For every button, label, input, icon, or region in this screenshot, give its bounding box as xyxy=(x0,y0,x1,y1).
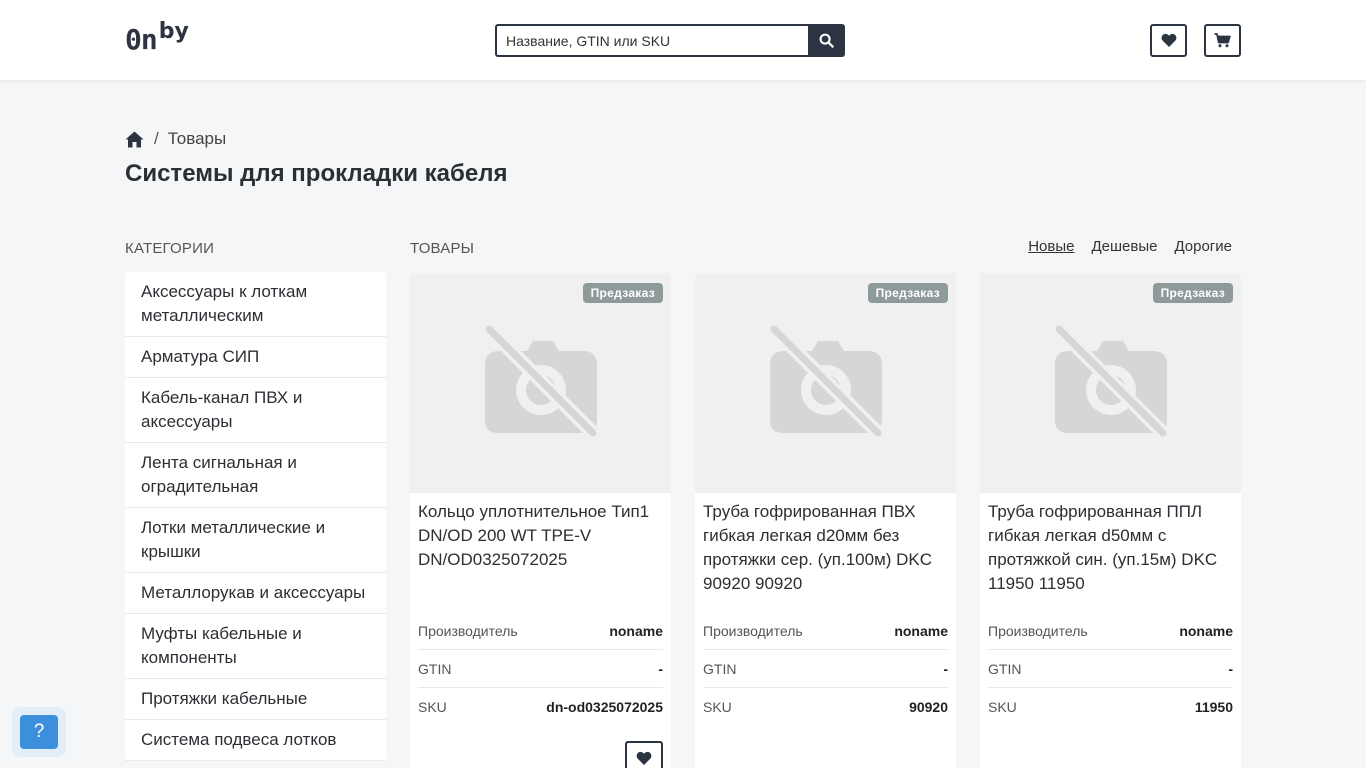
site-logo[interactable]: 0n by xyxy=(125,20,189,60)
category-item[interactable]: Лента сигнальная и оградительная xyxy=(125,443,386,508)
spec-row: Производитель noname xyxy=(703,612,948,650)
sort-expensive[interactable]: Дорогие xyxy=(1174,238,1232,255)
help-widget: ? xyxy=(12,707,66,757)
search-bar xyxy=(495,24,845,57)
sort-new[interactable]: Новые xyxy=(1028,238,1074,255)
spec-key: Производитель xyxy=(418,622,518,639)
products-heading: ТОВАРЫ xyxy=(410,240,475,257)
product-name[interactable]: Кольцо уплотнительное Тип1 DN/OD 200 WT … xyxy=(418,500,663,572)
spec-key: SKU xyxy=(988,699,1017,715)
product-image[interactable]: Предзаказ xyxy=(695,273,956,493)
category-item[interactable]: Аксессуары к лоткам металлическим xyxy=(125,272,386,337)
category-item[interactable]: Лотки металлические и крышки xyxy=(125,508,386,573)
spec-key: GTIN xyxy=(703,660,737,677)
spec-value: - xyxy=(658,660,663,677)
sort-cheap[interactable]: Дешевые xyxy=(1091,238,1157,255)
no-photo-icon xyxy=(1053,323,1169,439)
home-icon[interactable] xyxy=(125,131,144,148)
cart-button[interactable] xyxy=(1204,24,1241,57)
spec-key: GTIN xyxy=(418,660,452,677)
spec-value: - xyxy=(943,660,948,677)
category-list: Аксессуары к лоткам металлическим Армату… xyxy=(125,272,386,761)
category-item[interactable]: Арматура СИП xyxy=(125,337,386,378)
spec-row: GTIN - xyxy=(988,650,1233,688)
category-item[interactable]: Система подвеса лотков xyxy=(125,720,386,761)
spec-key: Производитель xyxy=(988,622,1088,639)
spec-row: SKU 11950 xyxy=(988,688,1233,726)
category-item[interactable]: Протяжки кабельные xyxy=(125,679,386,720)
no-photo-icon xyxy=(483,323,599,439)
add-to-favorites-button[interactable] xyxy=(625,741,663,768)
spec-row: Производитель noname xyxy=(988,612,1233,650)
product-card[interactable]: Предзаказ Труба гофрированная ПВХ гибкая… xyxy=(695,273,956,768)
spec-value: dn-od0325072025 xyxy=(546,699,663,715)
spec-row: SKU dn-od0325072025 xyxy=(418,688,663,726)
category-item[interactable]: Муфты кабельные и компоненты xyxy=(125,614,386,679)
spec-row: SKU 90920 xyxy=(703,688,948,726)
spec-row: GTIN - xyxy=(703,650,948,688)
category-item[interactable]: Кабель-канал ПВХ и аксессуары xyxy=(125,378,386,443)
no-photo-icon xyxy=(768,323,884,439)
preorder-badge: Предзаказ xyxy=(1152,283,1233,303)
site-header: 0n by xyxy=(0,0,1366,80)
spec-value: noname xyxy=(609,622,663,639)
heart-icon xyxy=(636,751,652,765)
product-image[interactable]: Предзаказ xyxy=(980,273,1241,493)
product-image[interactable]: Предзаказ xyxy=(410,273,671,493)
spec-row: Производитель noname xyxy=(418,612,663,650)
spec-value: noname xyxy=(1179,622,1233,639)
search-input[interactable] xyxy=(495,24,808,57)
help-button[interactable]: ? xyxy=(20,715,58,749)
preorder-badge: Предзаказ xyxy=(867,283,948,303)
product-name[interactable]: Труба гофрированная ППЛ гибкая легкая d5… xyxy=(988,500,1233,596)
page-title: Системы для прокладки кабеля xyxy=(125,160,508,187)
spec-row: GTIN - xyxy=(418,650,663,688)
product-card[interactable]: Предзаказ Кольцо уплотнительное Тип1 DN/… xyxy=(410,273,671,768)
spec-value: - xyxy=(1228,660,1233,677)
logo-main-text: 0n xyxy=(125,23,158,56)
spec-key: GTIN xyxy=(988,660,1022,677)
product-name[interactable]: Труба гофрированная ПВХ гибкая легкая d2… xyxy=(703,500,948,596)
search-icon xyxy=(819,33,834,48)
spec-key: SKU xyxy=(418,699,447,715)
category-item[interactable]: Металлорукав и аксессуары xyxy=(125,573,386,614)
logo-sup-text: by xyxy=(158,19,189,44)
preorder-badge: Предзаказ xyxy=(582,283,663,303)
heart-icon xyxy=(1161,33,1176,47)
spec-value: noname xyxy=(894,622,948,639)
spec-value: 11950 xyxy=(1194,699,1233,715)
spec-key: Производитель xyxy=(703,622,803,639)
cart-icon xyxy=(1214,33,1231,48)
spec-value: 90920 xyxy=(909,699,948,715)
breadcrumb-separator: / xyxy=(154,129,159,148)
spec-key: SKU xyxy=(703,699,732,715)
categories-heading: КАТЕГОРИИ xyxy=(125,240,215,257)
product-card[interactable]: Предзаказ Труба гофрированная ППЛ гибкая… xyxy=(980,273,1241,768)
search-button[interactable] xyxy=(808,24,845,57)
breadcrumb: / Товары xyxy=(125,128,226,150)
sort-options: Новые Дешевые Дорогие xyxy=(1028,238,1232,255)
favorites-button[interactable] xyxy=(1150,24,1187,57)
breadcrumb-current[interactable]: Товары xyxy=(168,129,226,149)
